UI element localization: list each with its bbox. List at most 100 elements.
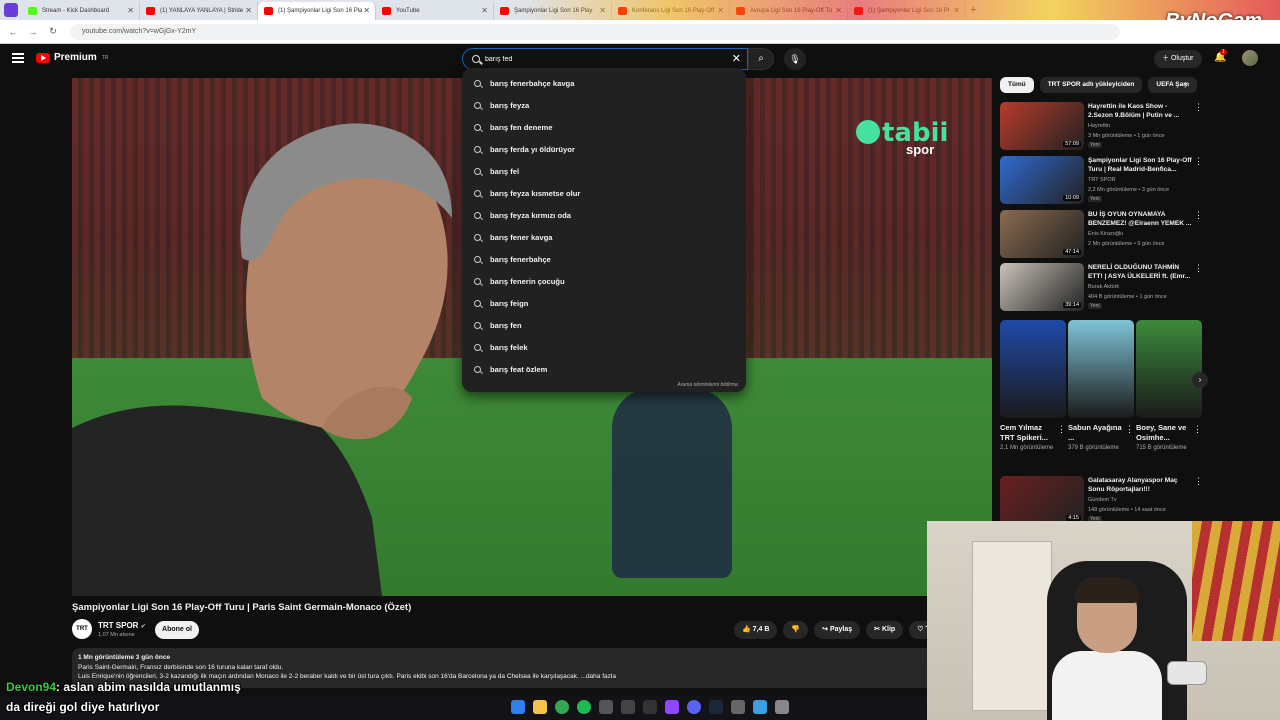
file-explorer-icon[interactable] [533, 700, 547, 714]
browser-tab[interactable]: (1) YANLAYA YANLAYA | Stride ✕ [140, 2, 258, 20]
suggestion-item[interactable]: barış felek [462, 337, 746, 359]
short-item[interactable]: Sabun Ayağına ... 379 B görüntüleme ⋮ [1068, 320, 1134, 451]
search-box[interactable]: ✕ [462, 48, 748, 70]
dislike-button[interactable]: 👎 [783, 621, 809, 639]
close-tab-icon[interactable]: ✕ [599, 2, 606, 20]
forward-icon[interactable]: → [26, 27, 40, 37]
close-tab-icon[interactable]: ✕ [717, 2, 724, 20]
short-thumbnail[interactable] [1136, 320, 1202, 418]
short-thumbnail[interactable] [1000, 320, 1066, 418]
recommendation-item[interactable]: 57:09 Hayrettin ile Kaos Show - 2.Sezon 9… [1000, 102, 1203, 152]
recommendation-item[interactable]: 47:14 BU İŞ OYUN OYNAMAYA BENZEMEZ! @Elra… [1000, 210, 1203, 260]
create-button[interactable]: ＋ Oluştur [1154, 50, 1202, 68]
search-input[interactable] [485, 52, 715, 67]
url-field[interactable]: youtube.com/watch?v=wGjGx-Y2mY [70, 23, 1120, 40]
like-button[interactable]: 👍 7,4 B [734, 621, 778, 639]
suggestion-item[interactable]: barış feat özlem [462, 359, 746, 381]
hamburger-menu-icon[interactable] [12, 53, 24, 63]
recommendation-title[interactable]: BU İŞ OYUN OYNAMAYA BENZEMEZ! @Elraenn Y… [1088, 210, 1192, 228]
close-tab-icon[interactable]: ✕ [363, 2, 370, 20]
github-icon[interactable] [731, 700, 745, 714]
video-thumbnail[interactable]: 47:14 [1000, 210, 1084, 258]
more-options-icon[interactable]: ⋮ [1194, 263, 1203, 274]
more-options-icon[interactable]: ⋮ [1194, 102, 1203, 113]
browser-tab[interactable]: (1) Şampiyonlar Ligi Son 16 Pla ✕ [258, 2, 376, 20]
browser-tab[interactable]: Konferans Ligi Son 16 Play-Off ✕ [612, 2, 730, 20]
channel-name[interactable]: TRT SPOR ✔ [98, 621, 146, 630]
more-options-icon[interactable]: ⋮ [1125, 424, 1134, 435]
chrome-icon[interactable] [555, 700, 569, 714]
recommendation-channel[interactable]: Enis Kirazoğlu [1088, 231, 1123, 237]
voice-search-icon[interactable]: 🎙 [784, 48, 806, 70]
suggestion-item[interactable]: barış ferda yı öldürüyor [462, 139, 746, 161]
more-options-icon[interactable]: ⋮ [1194, 210, 1203, 221]
clip-button[interactable]: ✂ Klip [866, 621, 904, 639]
shorts-next-icon[interactable]: › [1192, 372, 1208, 388]
recommendation-channel[interactable]: Hayrettin [1088, 123, 1110, 129]
short-thumbnail[interactable] [1068, 320, 1134, 418]
discord-icon[interactable] [687, 700, 701, 714]
youtube-logo[interactable]: Premium TR [36, 52, 108, 63]
short-title[interactable]: Boey, Sane ve Osimhe... [1136, 423, 1190, 443]
clear-search-icon[interactable]: ✕ [732, 52, 741, 65]
close-tab-icon[interactable]: ✕ [127, 2, 134, 20]
short-item[interactable]: Cem Yılmaz TRT Spikeri... 2,1 Mn görüntül… [1000, 320, 1066, 451]
suggestion-item[interactable]: barış fen [462, 315, 746, 337]
reload-icon[interactable]: ↻ [46, 26, 60, 37]
filter-chip[interactable]: UEFA Şam [1148, 77, 1198, 93]
more-options-icon[interactable]: ⋮ [1057, 424, 1066, 435]
suggestion-item[interactable]: barış feyza kısmetse olur [462, 183, 746, 205]
video-thumbnail[interactable]: 57:09 [1000, 102, 1084, 150]
video-thumbnail[interactable]: 4:15 [1000, 476, 1084, 524]
windows-start-icon[interactable] [511, 700, 525, 714]
short-title[interactable]: Cem Yılmaz TRT Spikeri... [1000, 423, 1054, 443]
suggestion-item[interactable]: barış feyza [462, 95, 746, 117]
recommendation-item[interactable]: 4:15 Galatasaray Alanyaspor Maç Sonu Röpo… [1000, 476, 1203, 526]
suggestion-item[interactable]: barış fenerbahçe [462, 249, 746, 271]
app-icon[interactable] [643, 700, 657, 714]
suggestion-item[interactable]: barış feign [462, 293, 746, 315]
notifications-bell-icon[interactable]: 🔔 1 [1214, 49, 1227, 63]
steam-icon[interactable] [709, 700, 723, 714]
video-thumbnail[interactable]: 39:14 [1000, 263, 1084, 311]
recommendation-channel[interactable]: Burak Aktürk [1088, 284, 1119, 290]
browser-tab[interactable]: (1) Şampiyonlar Ligi Son 16 Pl ✕ [848, 2, 966, 20]
filter-chip[interactable]: Tümü [1000, 77, 1034, 93]
settings-gear-icon[interactable] [599, 700, 613, 714]
video-thumbnail[interactable]: 10:09 [1000, 156, 1084, 204]
close-tab-icon[interactable]: ✕ [481, 2, 488, 20]
recommendation-title[interactable]: NERELİ OLDUĞUNU TAHMİN ETT! | ASYA ÜLKEL… [1088, 263, 1192, 281]
close-tab-icon[interactable]: ✕ [953, 2, 960, 20]
suggestion-item[interactable]: barış fenerin çocuğu [462, 271, 746, 293]
twitch-icon[interactable] [665, 700, 679, 714]
chevron-right-icon[interactable]: › [1184, 80, 1187, 91]
recommendation-title[interactable]: Şampiyonlar Ligi Son 16 Play-Off Turu | … [1088, 156, 1192, 174]
channel-avatar[interactable]: TRT [72, 619, 92, 639]
suggestion-item[interactable]: barış feyza kırmızı oda [462, 205, 746, 227]
browser-tab[interactable]: Avrupa Ligi Son 16 Play-Off Tu ✕ [730, 2, 848, 20]
new-tab-button[interactable]: + [970, 4, 976, 16]
spotify-icon[interactable] [577, 700, 591, 714]
report-predictions-link[interactable]: Arama tahminlerini bildirme [677, 382, 738, 388]
short-item[interactable]: Boey, Sane ve Osimhe... 715 B görüntüleme… [1136, 320, 1202, 451]
more-options-icon[interactable]: ⋮ [1194, 476, 1203, 487]
suggestion-item[interactable]: barış fener kavga [462, 227, 746, 249]
short-title[interactable]: Sabun Ayağına ... [1068, 423, 1122, 443]
recommendation-title[interactable]: Galatasaray Alanyaspor Maç Sonu Röportaj… [1088, 476, 1192, 494]
misc-app-icon[interactable] [775, 700, 789, 714]
share-button[interactable]: ↪ Paylaş [814, 621, 861, 639]
more-options-icon[interactable]: ⋮ [1193, 424, 1202, 435]
suggestion-item[interactable]: barış fen deneme [462, 117, 746, 139]
more-options-icon[interactable]: ⋮ [1194, 156, 1203, 167]
browser-tab[interactable]: Şampiyonlar Ligi Son 16 Play ✕ [494, 2, 612, 20]
suggestion-item[interactable]: barış fenerbahçe kavga [462, 73, 746, 95]
suggestion-item[interactable]: barış fel [462, 161, 746, 183]
search-button[interactable]: ⌕ [748, 48, 774, 70]
subscribe-button[interactable]: Abone ol [155, 621, 199, 639]
close-tab-icon[interactable]: ✕ [835, 2, 842, 20]
obs-icon[interactable] [621, 700, 635, 714]
account-avatar[interactable] [1242, 50, 1258, 66]
filter-chip[interactable]: TRT SPOR adlı yükleyiciden [1039, 77, 1143, 93]
browser-tab[interactable]: YouTube ✕ [376, 2, 494, 20]
browser-tab[interactable]: Stream - Kick Dashboard ✕ [22, 2, 140, 20]
